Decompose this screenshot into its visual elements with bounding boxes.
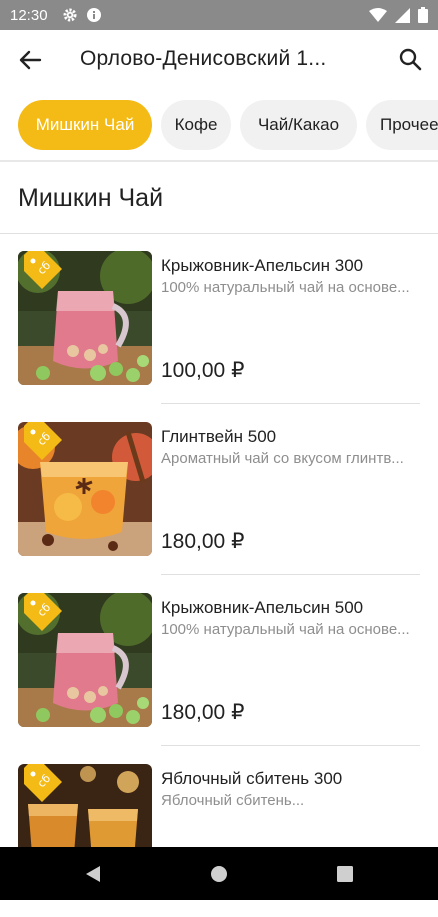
- product-price: 180,00 ₽: [161, 530, 245, 553]
- page-title: Орлово-Денисовский 1...: [80, 47, 327, 70]
- product-item[interactable]: сб Крыжовник-Апельсин 300 100% натуральн…: [0, 234, 438, 404]
- product-name: Глинтвейн 500: [161, 427, 277, 446]
- divider: [161, 574, 420, 575]
- system-nav-bar: [0, 847, 438, 900]
- tab-label: Мишкин Чай: [35, 115, 135, 134]
- tab-label: Кофе: [174, 115, 218, 134]
- discount-tag-icon: сб: [24, 422, 62, 460]
- status-bar: 12:30: [0, 0, 438, 30]
- product-description: 100% натуральный чай на основе...: [161, 279, 410, 296]
- wifi-icon: [369, 8, 387, 22]
- divider: [161, 745, 420, 746]
- info-icon: [86, 8, 101, 22]
- search-icon[interactable]: [396, 45, 424, 73]
- discount-tag-icon: сб: [24, 764, 62, 802]
- tab-tea-cocoa[interactable]: Чай/Какао: [240, 100, 357, 150]
- status-time: 12:30: [10, 6, 48, 24]
- divider: [161, 403, 420, 404]
- tab-label: Чай/Какао: [257, 115, 340, 134]
- product-name: Яблочный сбитень 300: [161, 769, 343, 788]
- product-item[interactable]: сб Глинтвейн 500 Ароматный чай со вкусом…: [0, 405, 438, 575]
- product-image: сб: [18, 593, 152, 727]
- tab-other[interactable]: Прочее: [366, 100, 438, 150]
- product-description: 100% натуральный чай на основе...: [161, 621, 410, 638]
- product-image: сб: [18, 251, 152, 385]
- product-name: Крыжовник-Апельсин 300: [161, 256, 364, 275]
- app-bar: Орлово-Денисовский 1...: [0, 30, 438, 90]
- gear-icon: [63, 8, 77, 22]
- nav-back-icon[interactable]: [82, 863, 104, 885]
- section-title: Мишкин Чай: [18, 184, 164, 212]
- discount-tag-icon: сб: [24, 251, 62, 289]
- discount-tag-icon: сб: [24, 593, 62, 631]
- product-description: Ароматный чай со вкусом глинтв...: [161, 450, 404, 467]
- product-item[interactable]: сб Крыжовник-Апельсин 500 100% натуральн…: [0, 576, 438, 746]
- product-price: 180,00 ₽: [161, 701, 245, 724]
- battery-icon: [418, 7, 428, 23]
- signal-icon: [395, 7, 410, 23]
- nav-recents-icon[interactable]: [334, 863, 356, 885]
- divider: [0, 160, 438, 162]
- product-price: 100,00 ₽: [161, 359, 245, 382]
- tab-coffee[interactable]: Кофе: [161, 100, 231, 150]
- nav-home-icon[interactable]: [208, 863, 230, 885]
- tab-mishkin-chai[interactable]: Мишкин Чай: [18, 100, 152, 150]
- product-image: сб: [18, 422, 152, 556]
- category-tabs: Мишкин Чай Кофе Чай/Какао Прочее: [0, 98, 438, 154]
- tab-label: Прочее: [380, 115, 438, 134]
- arrow-back-icon[interactable]: [16, 46, 44, 74]
- product-name: Крыжовник-Апельсин 500: [161, 598, 364, 617]
- product-description: Яблочный сбитень...: [161, 792, 305, 809]
